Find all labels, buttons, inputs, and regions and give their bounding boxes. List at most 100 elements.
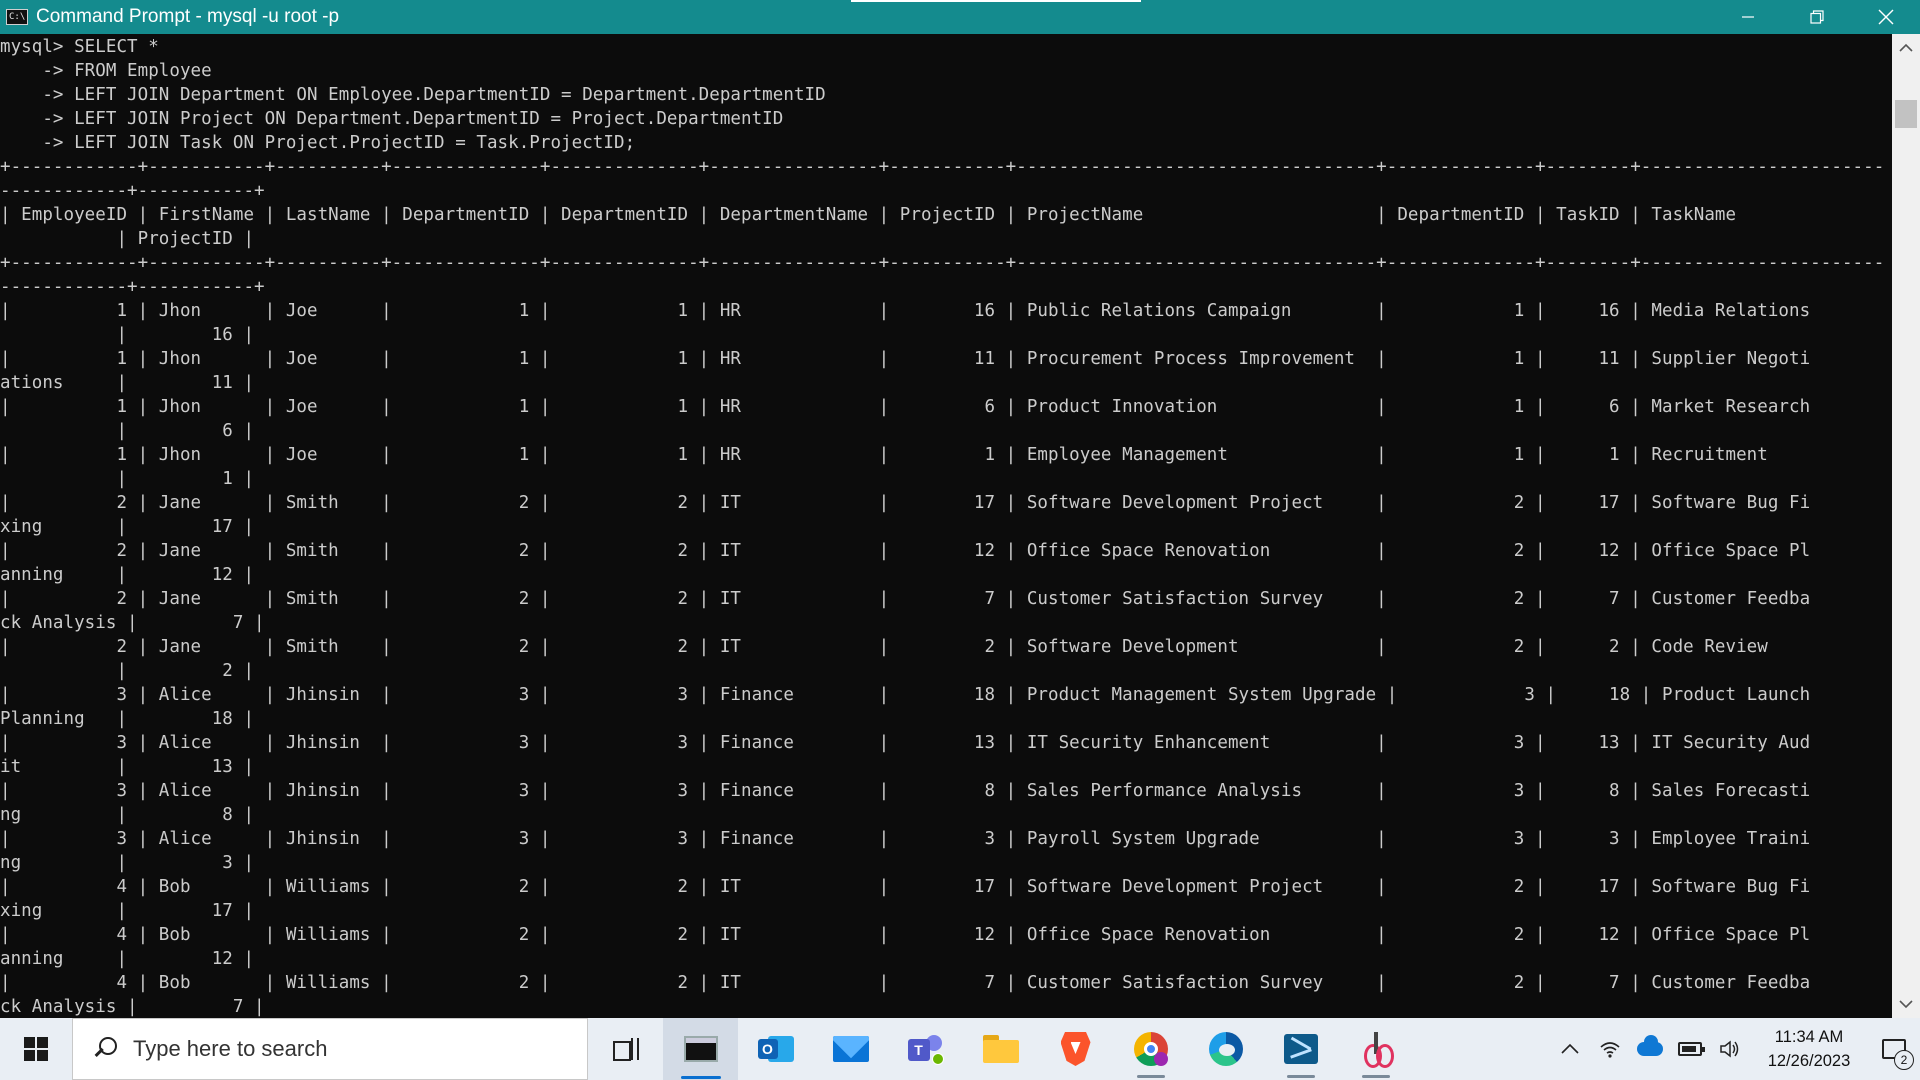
console-line: ations | 11 | [0, 373, 255, 393]
network-button[interactable] [1590, 1018, 1630, 1080]
console-line: | 2 | Jane | Smith | 2 | 2 | IT | 12 | O… [0, 541, 1811, 561]
console-line: | 6 | [0, 421, 255, 441]
console-line: it | 13 | [0, 757, 255, 777]
console-line: xing | 17 | [0, 517, 255, 537]
console-output[interactable]: mysql> SELECT * -> FROM Employee -> LEFT… [0, 34, 1892, 1018]
scroll-up-button[interactable] [1892, 34, 1920, 62]
restore-button[interactable] [1782, 0, 1851, 34]
taskbar-teams[interactable]: T [888, 1018, 963, 1080]
mysql-workbench-icon [1283, 1034, 1318, 1064]
scroll-thumb[interactable] [1895, 100, 1917, 128]
console-line: -> LEFT JOIN Department ON Employee.Depa… [0, 85, 826, 105]
taskbar-outlook[interactable]: O [738, 1018, 813, 1080]
taskbar-clock[interactable]: 11:34 AM 12/26/2023 [1750, 1018, 1868, 1080]
focus-indicator [851, 0, 1141, 2]
console-line: -> LEFT JOIN Task ON Project.ProjectID =… [0, 133, 636, 153]
taskbar-brave[interactable] [1038, 1018, 1113, 1080]
search-placeholder: Type here to search [133, 1036, 328, 1061]
console-line: anning | 12 | [0, 565, 255, 585]
speaker-icon [1720, 1040, 1739, 1058]
snipping-tool-icon [1361, 1032, 1394, 1068]
console-line: mysql> SELECT * [0, 37, 159, 57]
console-line: | ProjectID | [0, 229, 255, 249]
clock-date: 12/26/2023 [1767, 1052, 1851, 1070]
taskbar: Type here to search O T 11:34 AM 12/26/2… [0, 1018, 1920, 1080]
console-line: | 1 | Jhon | Joe | 1 | 1 | HR | 11 | Pro… [0, 349, 1811, 369]
console-line: | 3 | Alice | Jhinsin | 3 | 3 | Finance … [0, 733, 1811, 753]
console-line: | 1 | Jhon | Joe | 1 | 1 | HR | 16 | Pub… [0, 301, 1811, 321]
console-line: | 1 | Jhon | Joe | 1 | 1 | HR | 1 | Empl… [0, 445, 1768, 465]
query-result-text: mysql> SELECT * -> FROM Employee -> LEFT… [0, 34, 1892, 1018]
console-line: | 3 | Alice | Jhinsin | 3 | 3 | Finance … [0, 829, 1811, 849]
brave-browser-icon [1060, 1032, 1091, 1066]
taskbar-snipping-tool[interactable] [1338, 1018, 1413, 1080]
console-line: | 4 | Bob | Williams | 2 | 2 | IT | 12 |… [0, 925, 1811, 945]
chrome-icon [1133, 1032, 1168, 1066]
console-line: ng | 3 | [0, 853, 255, 873]
console-line: | 16 | [0, 325, 255, 345]
console-line: | 1 | Jhon | Joe | 1 | 1 | HR | 6 | Prod… [0, 397, 1811, 417]
battery-button[interactable] [1670, 1018, 1710, 1080]
console-line: ck Analysis | 7 | [0, 613, 265, 633]
chevron-up-icon [1561, 1043, 1579, 1054]
console-line: ------------+-----------+ [0, 181, 265, 201]
console-line: -> LEFT JOIN Project ON Department.Depar… [0, 109, 784, 129]
clock-time: 11:34 AM [1774, 1028, 1844, 1046]
minimize-button[interactable] [1713, 0, 1782, 34]
notification-center-button[interactable]: 2 [1868, 1018, 1920, 1080]
onedrive-button[interactable] [1630, 1018, 1670, 1080]
taskbar-mysql-workbench[interactable] [1263, 1018, 1338, 1080]
search-icon [91, 1036, 117, 1062]
command-prompt-app-icon[interactable]: C:\ [6, 9, 28, 25]
window-titlebar[interactable]: C:\ Command Prompt - mysql -u root -p [0, 0, 1920, 34]
console-line: | 3 | Alice | Jhinsin | 3 | 3 | Finance … [0, 685, 1811, 705]
taskbar-chrome[interactable] [1113, 1018, 1188, 1080]
restore-icon [1809, 10, 1824, 24]
chevron-down-icon [1899, 1000, 1913, 1009]
notification-count-badge: 2 [1894, 1050, 1914, 1070]
taskbar-apps: O T [588, 1018, 1413, 1080]
teams-icon: T [907, 1033, 944, 1065]
task-view-button[interactable] [588, 1018, 663, 1080]
wifi-icon [1600, 1042, 1620, 1058]
console-line: | 4 | Bob | Williams | 2 | 2 | IT | 7 | … [0, 973, 1811, 993]
chevron-up-icon [1899, 43, 1913, 52]
console-line: | EmployeeID | FirstName | LastName | De… [0, 205, 1737, 225]
windows-logo-icon [24, 1037, 48, 1061]
console-line: | 1 | [0, 469, 255, 489]
volume-button[interactable] [1710, 1018, 1750, 1080]
command-prompt-icon [683, 1036, 718, 1062]
console-line: | 2 | [0, 661, 255, 681]
console-line: -> FROM Employee [0, 61, 212, 81]
console-line: | 2 | Jane | Smith | 2 | 2 | IT | 7 | Cu… [0, 589, 1811, 609]
close-icon [1878, 9, 1893, 25]
start-button[interactable] [0, 1018, 72, 1080]
outlook-icon: O [757, 1034, 794, 1064]
battery-icon [1678, 1042, 1705, 1056]
console-line: +------------+-----------+----------+---… [0, 157, 1885, 177]
console-line: | 2 | Jane | Smith | 2 | 2 | IT | 17 | S… [0, 493, 1811, 513]
scroll-down-button[interactable] [1892, 990, 1920, 1018]
console-line: ck Analysis | 7 | [0, 997, 265, 1017]
console-line: anning | 12 | [0, 949, 255, 969]
console-line: +------------+-----------+----------+---… [0, 253, 1885, 273]
console-line: ------------+-----------+ [0, 277, 265, 297]
close-button[interactable] [1851, 0, 1920, 34]
console-line: xing | 17 | [0, 901, 255, 921]
window-title: Command Prompt - mysql -u root -p [36, 6, 340, 27]
show-hidden-icons-button[interactable] [1550, 1018, 1590, 1080]
taskbar-mail[interactable] [813, 1018, 888, 1080]
console-line: | 4 | Bob | Williams | 2 | 2 | IT | 17 |… [0, 877, 1811, 897]
taskbar-edge[interactable] [1188, 1018, 1263, 1080]
taskbar-file-explorer[interactable] [963, 1018, 1038, 1080]
vertical-scrollbar[interactable] [1892, 34, 1920, 1018]
console-line: Planning | 18 | [0, 709, 255, 729]
task-view-icon [612, 1038, 639, 1061]
taskbar-command-prompt[interactable] [663, 1018, 738, 1080]
taskbar-search-box[interactable]: Type here to search [72, 1018, 588, 1080]
file-explorer-icon [982, 1035, 1019, 1063]
console-line: | 2 | Jane | Smith | 2 | 2 | IT | 2 | So… [0, 637, 1768, 657]
edge-icon [1208, 1032, 1243, 1066]
window-controls [1713, 0, 1920, 34]
mail-icon [832, 1036, 869, 1062]
